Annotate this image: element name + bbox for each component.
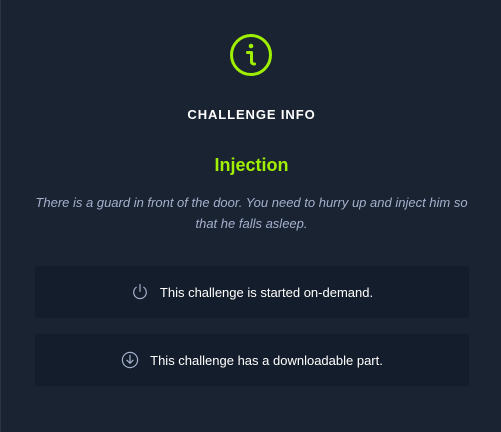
challenge-name: Injection (214, 155, 289, 175)
power-icon (133, 284, 147, 300)
feature-on-demand: This challenge is started on-demand. (35, 266, 469, 318)
download-circle-icon (121, 351, 139, 369)
feature-downloadable: This challenge has a downloadable part. (35, 334, 469, 386)
feature-downloadable-text: This challenge has a downloadable part. (150, 352, 383, 368)
challenge-description: There is a guard in front of the door. Y… (35, 195, 468, 231)
feature-on-demand-text: This challenge is started on-demand. (159, 284, 374, 300)
challenge-info-panel: CHALLENGE INFO Injection There is a guar… (0, 0, 501, 432)
panel-heading: CHALLENGE INFO (187, 107, 316, 122)
info-circle-icon (230, 34, 272, 76)
